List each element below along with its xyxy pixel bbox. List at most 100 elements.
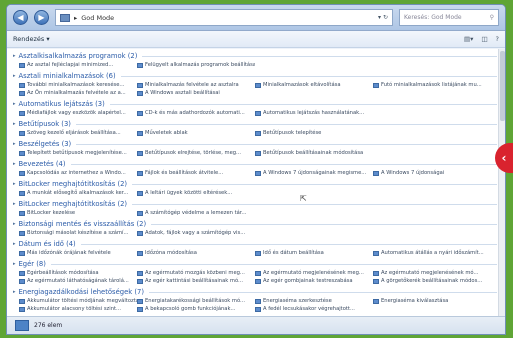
task-link[interactable]: Az Ön minialkalmazás felvétele az a... (19, 89, 137, 97)
task-link[interactable]: Betűtípusok beállításainak módosítása (255, 149, 373, 157)
control-panel-icon (255, 278, 261, 284)
task-link[interactable]: A számítógép védelme a lemezen tár... (137, 209, 255, 217)
task-link[interactable]: Műveletek ablak (137, 129, 255, 137)
task-link[interactable]: Médiafájlok vagy eszközök alapértel... (19, 109, 137, 117)
category-title: Egér (8) (18, 260, 46, 268)
address-bar[interactable]: ▸ God Mode ▾ ↻ (55, 9, 393, 26)
task-link[interactable]: Időzóna módosítása (137, 249, 255, 257)
task-link[interactable]: A Windows 7 újdonságai (373, 169, 491, 177)
category-title: Automatikus lejátszás (3) (18, 100, 105, 108)
task-link[interactable]: Az egér kattintási beállításainak mó... (137, 277, 255, 285)
view-options-icon[interactable]: ▤▾ (464, 35, 473, 43)
task-link[interactable]: A Windows 7 újdonságainak megisme... (255, 169, 373, 177)
task-link[interactable]: A fedél lecsukásakor végrehajtott... (255, 305, 373, 313)
task-link[interactable]: A görgetőkerék beállításainak módos... (373, 277, 491, 285)
address-path: God Mode (81, 13, 115, 22)
category-header[interactable]: ▸ Biztonsági mentés és visszaállítás (2) (13, 220, 497, 229)
task-label: Az egér gombjainak testreszabása (263, 278, 353, 284)
task-link[interactable]: Betűtípusok elrejtése, törlése, meg... (137, 149, 255, 157)
expand-arrow-icon[interactable]: ▸ (13, 160, 16, 169)
category-header[interactable]: ▸ Dátum és idő (4) (13, 240, 497, 249)
expand-arrow-icon[interactable]: ▸ (13, 180, 16, 189)
task-link[interactable]: Szöveg kezelő eljárások beállítása... (19, 129, 137, 137)
task-link[interactable]: Futó minialkalmazások listájának mu... (373, 81, 491, 89)
task-link[interactable]: Adatok, fájlok vagy a számítógép vis... (137, 229, 255, 237)
task-link[interactable]: Automatikus átállás a nyári időszámít... (373, 249, 491, 257)
task-link[interactable]: A bekapcsoló gomb funkciójának... (137, 305, 255, 313)
task-link[interactable]: A leltári ügyek közötti eltérések... (137, 189, 255, 197)
task-label: Időzóna módosítása (145, 250, 197, 256)
task-link[interactable]: Az egérmutató megjelenésének mó... (373, 269, 491, 277)
search-input[interactable]: Keresés: God Mode ⚲ (399, 9, 499, 26)
task-link[interactable]: Akkumulátor alacsony töltési szint... (19, 305, 137, 313)
task-label: Az egérmutató megjelenésének meg... (263, 270, 364, 276)
category-header[interactable]: ▸ Automatikus lejátszás (3) (13, 100, 497, 109)
back-button[interactable]: ◀ (13, 10, 28, 25)
control-panel-icon (137, 190, 143, 196)
expand-arrow-icon[interactable]: ▸ (13, 220, 16, 229)
task-link[interactable]: A munkát elősegítő alkalmazások ker... (19, 189, 137, 197)
task-link[interactable]: Betűtípusok telepítése (255, 129, 373, 137)
task-link[interactable]: További minialkalmazások keresése... (19, 81, 137, 89)
search-icon: ⚲ (489, 14, 494, 21)
expand-arrow-icon[interactable]: ▸ (13, 288, 16, 297)
task-link[interactable]: Az egérmutató megjelenésének meg... (255, 269, 373, 277)
task-link[interactable]: Az asztal fejléclapjai minimized... (19, 61, 137, 69)
category-header[interactable]: ▸ Betűtípusok (3) (13, 120, 497, 129)
task-link[interactable]: Más időzónák órájának felvétele (19, 249, 137, 257)
control-panel-icon (19, 210, 25, 216)
control-panel-icon (19, 130, 25, 136)
scroll-thumb[interactable] (500, 51, 505, 121)
expand-arrow-icon[interactable]: ▸ (13, 52, 16, 61)
category-divider (70, 164, 497, 165)
task-link[interactable]: Egérbeállítások módosítása (19, 269, 137, 277)
address-dropdown-icon[interactable]: ▾ ↻ (378, 14, 388, 21)
task-link[interactable]: Idő és dátum beállítása (255, 249, 373, 257)
folder-icon (60, 13, 70, 22)
task-link[interactable]: Kapcsolódás az internethez a Windo... (19, 169, 137, 177)
vertical-scrollbar[interactable] (498, 49, 505, 316)
task-link[interactable]: CD-k és más adathordozók automati... (137, 109, 255, 117)
task-link[interactable]: Minialkalmazás felvétele az asztalra (137, 81, 255, 89)
task-link[interactable]: Telepített betűtípusok megjelenítése... (19, 149, 137, 157)
task-link[interactable]: Felügyelt alkalmazás programok beállítás… (137, 61, 255, 69)
category-header[interactable]: ▸ BitLocker meghajtótitkosítás (2) (13, 200, 497, 209)
task-link[interactable]: Fájlok és beállítások átvitele... (137, 169, 255, 177)
task-link[interactable]: Minialkalmazások eltávolítása (255, 81, 373, 89)
forward-button[interactable]: ▶ (34, 10, 49, 25)
control-panel-icon (19, 230, 25, 236)
task-link[interactable]: Az egér gombjainak testreszabása (255, 277, 373, 285)
task-link[interactable]: Akkumulátor töltési módjának megváltozta… (19, 297, 137, 305)
task-link[interactable]: Energiatakarékossági beállítások mó... (137, 297, 255, 305)
expand-arrow-icon[interactable]: ▸ (13, 260, 16, 269)
expand-arrow-icon[interactable]: ▸ (13, 120, 16, 129)
control-panel-icon (137, 250, 143, 256)
category-header[interactable]: ▸ BitLocker meghajtótitkosítás (2) (13, 180, 497, 189)
organize-menu[interactable]: Rendezés ▾ (13, 35, 50, 43)
task-label: A leltári ügyek közötti eltérések... (145, 190, 233, 196)
category-header[interactable]: ▸ Asztali minialkalmazások (6) (13, 72, 497, 81)
task-link[interactable]: Energiaséma szerkesztése (255, 297, 373, 305)
task-link[interactable]: BitLocker kezelése (19, 209, 137, 217)
category-header[interactable]: ▸ Asztalkisalkalmazás programok (2) (13, 52, 497, 61)
control-panel-icon (137, 230, 143, 236)
task-link[interactable]: A Windows asztali beállításai (137, 89, 255, 97)
expand-arrow-icon[interactable]: ▸ (13, 100, 16, 109)
task-link[interactable]: Az egérmutató láthatóságának tárolá... (19, 277, 137, 285)
help-icon[interactable]: ? (496, 35, 499, 43)
task-link[interactable]: Automatikus lejátszás használatának... (255, 109, 373, 117)
preview-pane-icon[interactable]: ◫ (481, 35, 487, 43)
task-link[interactable]: Biztonsági másolat készítése a számí... (19, 229, 137, 237)
control-panel-icon (19, 190, 25, 196)
expand-arrow-icon[interactable]: ▸ (13, 200, 16, 209)
category-header[interactable]: ▸ Egér (8) (13, 260, 497, 269)
task-link[interactable]: Energiaséma kiválasztása (373, 297, 491, 305)
task-link[interactable]: Az egérmutató mozgás közbeni meg... (137, 269, 255, 277)
category-header[interactable]: ▸ Energiagazdálkodási lehetőségek (7) (13, 288, 497, 297)
category-header[interactable]: ▸ Bevezetés (4) (13, 160, 497, 169)
expand-arrow-icon[interactable]: ▸ (13, 240, 16, 249)
status-bar: 276 elem (7, 316, 505, 334)
expand-arrow-icon[interactable]: ▸ (13, 72, 16, 81)
category-header[interactable]: ▸ Beszélgetés (3) (13, 140, 497, 149)
expand-arrow-icon[interactable]: ▸ (13, 140, 16, 149)
